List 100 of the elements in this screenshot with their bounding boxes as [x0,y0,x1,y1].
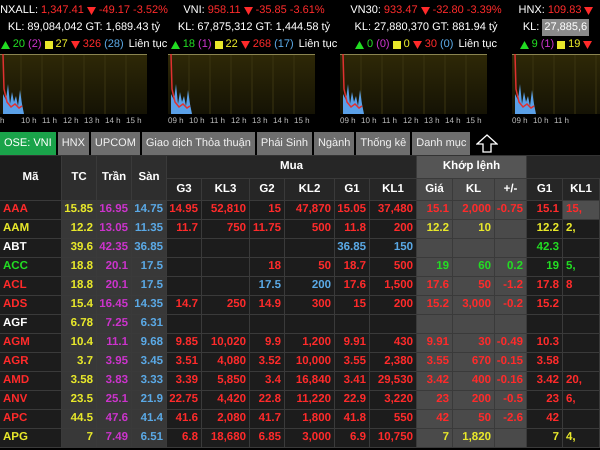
up-arrow-icon[interactable] [476,134,498,154]
market-tab[interactable]: Ngành [314,132,354,155]
floor-price: 41.4 [132,410,167,429]
bid-price: 22.75 [167,391,202,410]
bid-price: 9.91 [335,334,370,353]
bid-volume: 500 [285,220,335,239]
floor-price: 17.5 [132,277,167,296]
declining-count: 268 [252,37,272,52]
index-value: 109.83 [548,3,582,18]
symbol-cell[interactable]: ACL [0,277,62,296]
ceiling-price: 13.05 [97,220,132,239]
index-name: HNX: [518,3,545,18]
ask-volume: 8 [563,277,600,296]
market-tab[interactable]: Thống kê [356,132,410,155]
index-change: -49.17 [98,3,130,18]
square-icon [214,40,222,48]
column-header: G1 [527,179,563,201]
floor-price: 3.33 [132,372,167,391]
match-volume: 1,820 [453,429,495,448]
advancing-count: 9 [532,37,538,52]
bid-volume: 10,750 [370,429,417,448]
index-value: 933.47 [384,3,418,18]
column-header: Trần [97,156,132,201]
symbol-cell[interactable]: APG [0,429,62,448]
symbol-cell[interactable]: ABT [0,239,62,258]
bid-price: 3.51 [167,353,202,372]
ask-volume: 2, [563,220,600,239]
market-tab[interactable]: OSE: VNI [0,132,56,155]
ask-price: 12.2 [527,220,563,239]
time-axis-label: 12 h [63,114,80,126]
ask-price: 23 [527,391,563,410]
reference-price: 15.4 [62,296,97,315]
bid-volume: 750 [202,220,250,239]
ceiling-price: 47.6 [97,410,132,429]
volume-label: KL: [8,20,24,36]
market-tab[interactable]: UPCOM [90,132,140,155]
symbol-cell[interactable]: ACC [0,258,62,277]
ask-price: 42.3 [527,239,563,258]
bid-price: 15.05 [335,201,370,220]
market-tab[interactable]: Phái Sinh [256,132,312,155]
market-tab[interactable]: Giao dịch Thỏa thuận [142,132,255,155]
unchanged-count: 0 [404,37,410,52]
market-tab[interactable]: Danh mục [412,132,470,155]
reference-price: 18.8 [62,258,97,277]
symbol-cell[interactable]: AAA [0,201,62,220]
ceiling-price: 16.95 [97,201,132,220]
bid-volume: 16,840 [285,372,335,391]
floor-price: 11.35 [132,220,167,239]
value-traded: GT: 1,689.43 tỷ [85,20,160,36]
time-axis-label: 15 h [466,114,483,126]
bid-price: 14.9 [250,296,285,315]
column-header: TC [62,156,97,201]
column-header: +/- [495,179,527,201]
match-price: 12.2 [417,220,453,239]
ask-volume: 15, [563,201,600,220]
session-status: Liên tục [458,37,497,52]
bid-volume: 4,420 [202,391,250,410]
index-name: NXALL: [0,3,38,18]
floor-price: 3.45 [132,353,167,372]
symbol-cell[interactable]: AGF [0,315,62,334]
match-volume: 200 [453,391,495,410]
down-triangle-icon [412,40,422,48]
ceiling-count: (1) [198,37,212,52]
symbol-cell[interactable]: APC [0,410,62,429]
ask-price: 3.58 [527,353,563,372]
column-group-header: Khớp lệnh [417,156,527,179]
symbol-cell[interactable]: AGR [0,353,62,372]
symbol-cell[interactable]: ADS [0,296,62,315]
bid-price: 15 [335,296,370,315]
time-axis-label: 10 h [361,114,378,126]
session-status: Liên tục [298,37,338,52]
volume-value: 89,084,042 [27,20,82,36]
ask-price: 42 [527,410,563,429]
bid-price: 22.8 [250,391,285,410]
column-header: KL1 [370,179,417,201]
time-axis-label: 15 h [126,114,143,126]
bid-price: 17.5 [250,277,285,296]
ask-price: 3.42 [527,372,563,391]
bid-price: 41.8 [335,410,370,429]
floor-price: 17.5 [132,258,167,277]
ask-price: 7 [527,429,563,448]
market-tab[interactable]: HNX [58,132,89,155]
index-value: 1,347.41 [41,3,84,18]
reference-price: 23.5 [62,391,97,410]
index-percent: -3.61% [290,3,325,18]
symbol-cell[interactable]: AGM [0,334,62,353]
up-triangle-icon [520,40,529,48]
floor-price: 6.31 [132,315,167,334]
bid-volume: 50 [285,258,335,277]
match-volume: 30 [453,334,495,353]
ceiling-price: 16.45 [97,296,132,315]
ask-volume: 5, [563,258,600,277]
ceiling-count: (1) [540,37,554,52]
ceiling-count: (0) [376,37,390,52]
ask-price: 15.2 [527,296,563,315]
column-header: Mã [0,156,62,201]
symbol-cell[interactable]: AAM [0,220,62,239]
symbol-cell[interactable]: AMD [0,372,62,391]
match-volume: 10 [453,220,495,239]
symbol-cell[interactable]: ANV [0,391,62,410]
